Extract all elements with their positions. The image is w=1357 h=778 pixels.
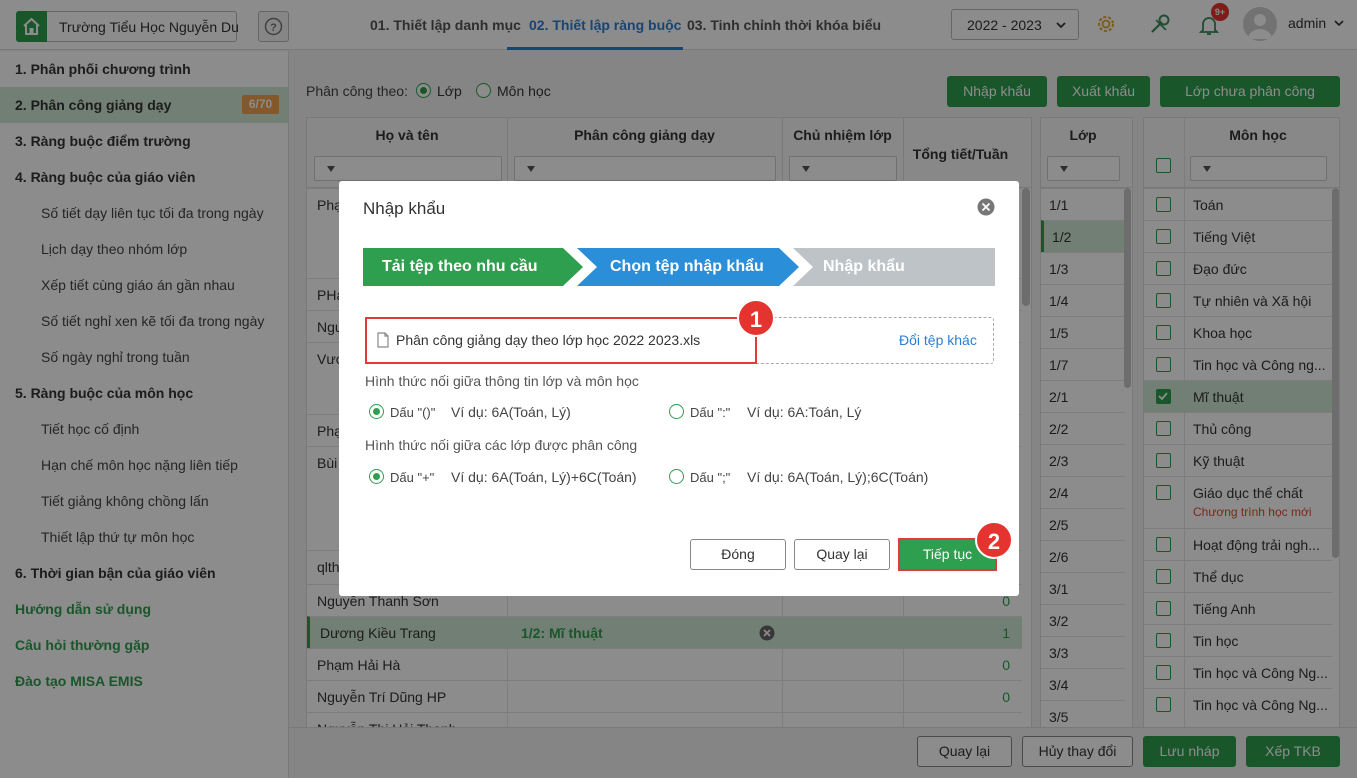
radio-plus-label: Dấu "+" bbox=[390, 470, 435, 485]
close-button[interactable]: Đóng bbox=[690, 539, 786, 570]
radio-colon-label: Dấu ":" bbox=[690, 405, 731, 420]
radio-plus[interactable] bbox=[369, 469, 384, 484]
radio-colon[interactable] bbox=[669, 404, 684, 419]
section-class-join: Hình thức nối giữa các lớp được phân côn… bbox=[365, 437, 638, 453]
example-text: Ví dụ: 6A:Toán, Lý bbox=[747, 404, 862, 420]
import-dialog: Nhập khẩu Tải tệp theo nhu cầu Chọn tệp … bbox=[339, 181, 1019, 596]
radio-semicolon[interactable] bbox=[669, 469, 684, 484]
radio-semicolon-label: Dấu ";" bbox=[690, 470, 731, 485]
example-text: Ví dụ: 6A(Toán, Lý) bbox=[451, 404, 571, 420]
section-class-subject-join: Hình thức nối giữa thông tin lớp và môn … bbox=[365, 373, 639, 389]
wizard-step-download: Tải tệp theo nhu cầu bbox=[382, 258, 538, 275]
highlight-box-file bbox=[365, 317, 757, 364]
wizard-step-import: Nhập khẩu bbox=[823, 258, 905, 275]
radio-parentheses-label: Dấu "()" bbox=[390, 405, 436, 420]
callout-2: 2 bbox=[975, 521, 1013, 559]
callout-1: 1 bbox=[737, 299, 775, 337]
example-text: Ví dụ: 6A(Toán, Lý)+6C(Toán) bbox=[451, 469, 637, 485]
change-file-link[interactable]: Đổi tệp khác bbox=[899, 332, 977, 348]
dialog-back-button[interactable]: Quay lại bbox=[794, 539, 890, 570]
radio-parentheses[interactable] bbox=[369, 404, 384, 419]
dialog-title: Nhập khẩu bbox=[363, 199, 446, 218]
example-text: Ví dụ: 6A(Toán, Lý);6C(Toán) bbox=[747, 469, 929, 485]
close-icon[interactable] bbox=[977, 198, 995, 216]
wizard-step-choose-file: Chọn tệp nhập khẩu bbox=[610, 258, 764, 275]
